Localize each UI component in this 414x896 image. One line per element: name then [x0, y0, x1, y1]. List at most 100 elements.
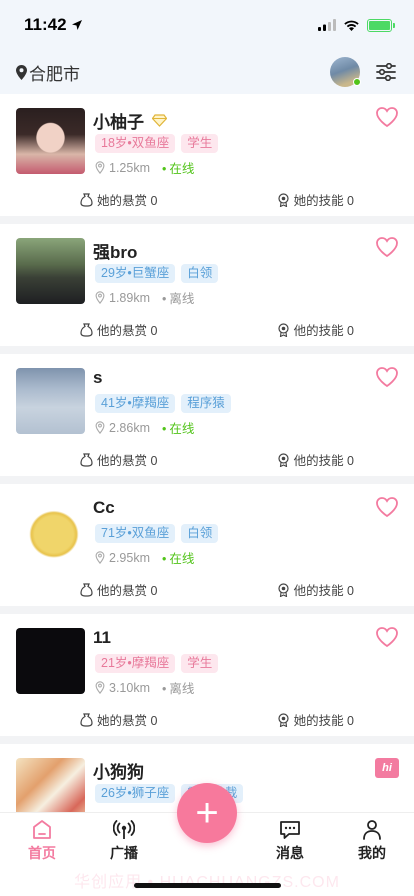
say-hi-button[interactable]: hi [375, 758, 399, 778]
age-sign-tag: 21岁•摩羯座 [95, 654, 176, 673]
tab-broadcast[interactable]: 广播 [94, 819, 154, 863]
tab-messages[interactable]: 消息 [260, 819, 320, 863]
top-bar: 合肥市 [0, 50, 414, 94]
user-photo[interactable] [16, 758, 85, 812]
reward-link[interactable]: 她的悬赏 0 [80, 710, 157, 729]
city-name: 合肥市 [29, 64, 80, 84]
skill-link[interactable]: 他的技能 0 [277, 320, 354, 339]
skill-medal-icon [277, 582, 289, 597]
user-card[interactable]: 小柚子 18岁•双鱼座 学生 1.25km 在线 她的悬赏 0 她的技能 0 [0, 94, 414, 216]
online-status: 在线 [162, 418, 194, 437]
location-arrow-icon [71, 20, 82, 30]
skill-link[interactable]: 他的技能 0 [277, 450, 354, 469]
tab-mine-label: 我的 [358, 845, 386, 861]
user-name: s [93, 368, 103, 387]
city-selector[interactable]: 合肥市 [16, 60, 80, 85]
job-tag: 白领 [181, 524, 219, 543]
skill-link[interactable]: 她的技能 0 [277, 190, 354, 209]
user-card[interactable]: Cc 71岁•双鱼座 白领 2.95km 在线 他的悬赏 0 他的技能 0 [0, 484, 414, 606]
online-dot [353, 78, 361, 86]
skill-label: 他的技能 0 [293, 454, 354, 468]
skill-medal-icon [277, 712, 289, 727]
bottom-tab-bar: 首页 广播 + 消息 我的 华创应用 • HUACHUANGZS.COM [0, 783, 414, 896]
job-tag: 程序猿 [181, 394, 231, 413]
job-tag: 白领 [181, 264, 219, 283]
home-icon [33, 820, 51, 839]
skill-medal-icon [277, 322, 289, 337]
skill-medal-icon [277, 192, 289, 207]
heart-icon[interactable] [375, 106, 399, 128]
age-sign-tag: 41岁•摩羯座 [95, 394, 176, 413]
user-photo[interactable] [16, 498, 85, 564]
user-card[interactable]: 强bro 29岁•巨蟹座 白领 1.89km 离线 他的悬赏 0 他的技能 0 [0, 224, 414, 346]
skill-label: 他的技能 0 [293, 584, 354, 598]
user-card[interactable]: 11 21岁•摩羯座 学生 3.10km 离线 她的悬赏 0 她的技能 0 [0, 614, 414, 736]
heart-icon[interactable] [375, 496, 399, 518]
user-photo[interactable] [16, 238, 85, 304]
tab-home[interactable]: 首页 [12, 819, 72, 863]
watermark-text: 华创应用 • HUACHUANGZS.COM [74, 874, 339, 891]
wifi-icon [344, 20, 359, 31]
tab-home-label: 首页 [28, 845, 56, 861]
tab-broadcast-label: 广播 [110, 845, 138, 861]
reward-link[interactable]: 她的悬赏 0 [80, 190, 157, 209]
skill-link[interactable]: 他的技能 0 [277, 580, 354, 599]
my-avatar[interactable] [330, 57, 361, 87]
tab-mine[interactable]: 我的 [342, 819, 402, 863]
status-time: 11:42 [24, 15, 83, 35]
battery-icon [367, 18, 395, 32]
location-pin-icon [95, 681, 105, 694]
money-bag-icon [80, 322, 93, 337]
money-bag-icon [80, 452, 93, 467]
distance: 1.89km [109, 290, 150, 305]
status-bar: 11:42 [0, 0, 414, 50]
chat-bubble-icon [280, 821, 300, 839]
user-name: 小柚子 [93, 113, 144, 132]
reward-label: 他的悬赏 0 [97, 324, 158, 338]
user-list[interactable]: 小柚子 18岁•双鱼座 学生 1.25km 在线 她的悬赏 0 她的技能 0 [0, 94, 414, 812]
offline-status: 离线 [162, 678, 194, 697]
job-tag: 学生 [181, 654, 219, 673]
tab-messages-label: 消息 [276, 845, 304, 861]
user-photo[interactable] [16, 368, 85, 434]
distance: 2.95km [109, 550, 150, 565]
reward-link[interactable]: 他的悬赏 0 [80, 450, 157, 469]
system-icons [318, 18, 395, 32]
money-bag-icon [80, 712, 93, 727]
skill-label: 她的技能 0 [293, 194, 354, 208]
filter-settings-icon[interactable] [376, 63, 396, 81]
user-profile-icon [363, 820, 381, 840]
skill-medal-icon [277, 452, 289, 467]
money-bag-icon [80, 582, 93, 597]
age-sign-tag: 29岁•巨蟹座 [95, 264, 176, 283]
create-post-button[interactable]: + [177, 783, 237, 843]
distance: 3.10km [109, 680, 150, 695]
online-status: 在线 [162, 548, 194, 567]
user-photo[interactable] [16, 628, 85, 694]
reward-label: 她的悬赏 0 [97, 194, 158, 208]
heart-icon[interactable] [375, 626, 399, 648]
skill-link[interactable]: 她的技能 0 [277, 710, 354, 729]
heart-icon[interactable] [375, 236, 399, 258]
user-card[interactable]: s 41岁•摩羯座 程序猿 2.86km 在线 他的悬赏 0 他的技能 0 [0, 354, 414, 476]
online-status: 在线 [162, 158, 194, 177]
clock-text: 11:42 [24, 15, 67, 34]
job-tag: 学生 [181, 134, 219, 153]
reward-link[interactable]: 他的悬赏 0 [80, 320, 157, 339]
reward-label: 他的悬赏 0 [97, 454, 158, 468]
distance: 1.25km [109, 160, 150, 175]
location-pin-icon [95, 551, 105, 564]
heart-icon[interactable] [375, 366, 399, 388]
reward-link[interactable]: 他的悬赏 0 [80, 580, 157, 599]
location-pin-icon [95, 291, 105, 304]
user-photo[interactable] [16, 108, 85, 174]
user-name: 强bro [93, 243, 138, 262]
distance: 2.86km [109, 420, 150, 435]
home-indicator[interactable] [134, 883, 281, 888]
skill-label: 他的技能 0 [293, 324, 354, 338]
location-pin-icon [16, 64, 27, 80]
age-sign-tag: 71岁•双鱼座 [95, 524, 176, 543]
user-name: 小狗狗 [93, 763, 144, 782]
skill-label: 她的技能 0 [293, 714, 354, 728]
reward-label: 她的悬赏 0 [97, 714, 158, 728]
